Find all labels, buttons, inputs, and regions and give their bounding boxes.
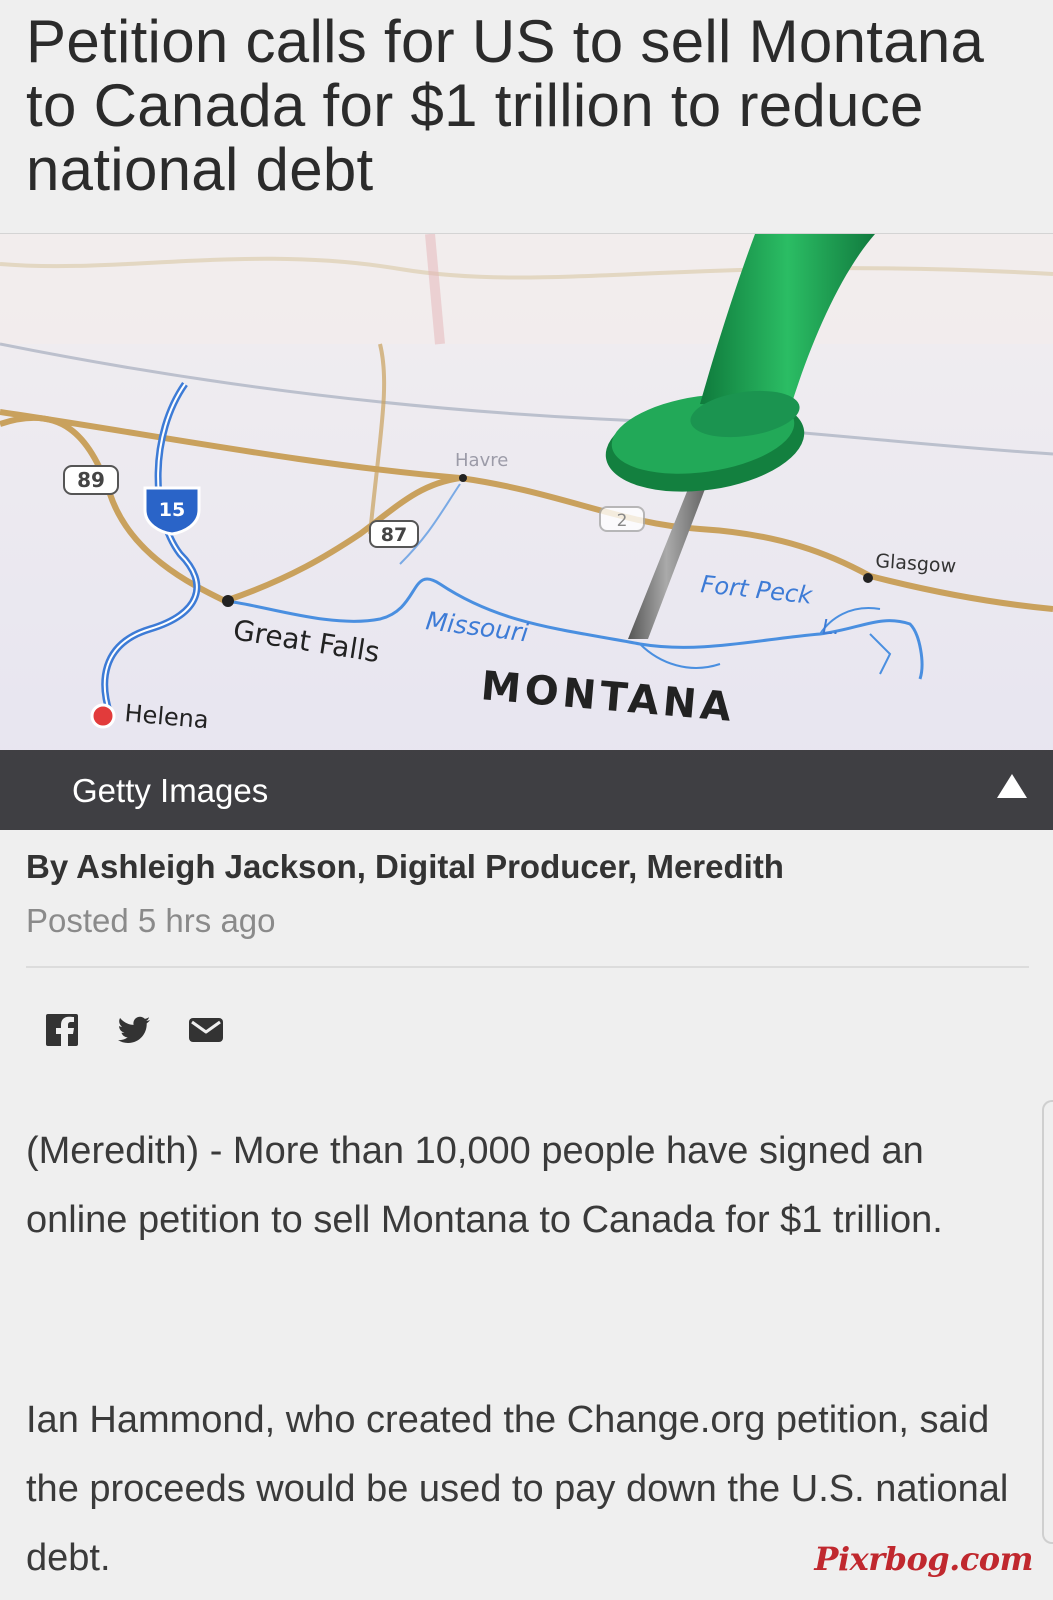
image-caption-bar: Getty Images [0,750,1053,830]
caption-collapse-icon[interactable] [997,774,1027,798]
scrollbar[interactable] [1042,1100,1053,1544]
divider [26,966,1029,968]
svg-text:15: 15 [159,499,185,521]
svg-text:89: 89 [77,468,105,492]
twitter-icon[interactable] [116,1012,152,1048]
image-credit: Getty Images [72,772,269,809]
article-byline: By Ashleigh Jackson, Digital Producer, M… [26,848,784,885]
article-paragraph: (Meredith) - More than 10,000 people hav… [26,1130,943,1241]
svg-text:2: 2 [617,511,628,531]
email-icon[interactable] [188,1012,224,1048]
article-hero-image[interactable]: 89 15 87 2 Havre Great Falls Missouri MO… [0,233,1053,830]
route-15-shield: 15 [143,486,201,536]
watermark: Pixrbog.com [814,1540,1033,1578]
route-2-shield: 2 [599,506,645,532]
route-87-shield: 87 [369,520,419,548]
map-photo: 89 15 87 2 Havre Great Falls Missouri MO… [0,234,1053,830]
share-bar [44,1012,224,1048]
facebook-icon[interactable] [44,1012,80,1048]
svg-text:87: 87 [381,524,407,546]
article-headline: Petition calls for US to sell Montana to… [26,8,985,203]
route-89-shield: 89 [63,465,119,495]
label-havre: Havre [455,450,508,471]
post-timestamp: Posted 5 hrs ago [26,902,276,939]
label-fort-peck-lake: L. [822,615,840,639]
